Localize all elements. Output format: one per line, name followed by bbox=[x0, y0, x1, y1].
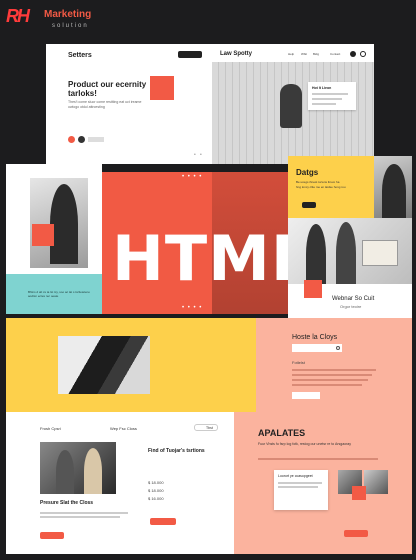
yellow-card-line: Be ucegs ihnest torwns ltruvo ha bbox=[296, 180, 340, 184]
feature-card: Loorort ye ccasopgeet bbox=[274, 470, 328, 510]
photo-caption: Presure Slat the Closs bbox=[40, 500, 94, 506]
building-photo bbox=[58, 336, 150, 394]
card-line bbox=[312, 103, 336, 105]
cta-button[interactable] bbox=[344, 530, 368, 537]
section-title: APALATES bbox=[258, 428, 306, 438]
menu-icon[interactable] bbox=[360, 51, 366, 57]
text-line bbox=[40, 512, 128, 514]
search-icon[interactable] bbox=[336, 346, 340, 350]
nav-item[interactable]: Wbit bbox=[301, 52, 307, 56]
cta-button[interactable] bbox=[150, 518, 176, 525]
hero-html-panel: • • • • HTML • • • • bbox=[102, 172, 310, 314]
man-photo bbox=[374, 156, 412, 218]
salmon-panel: Hoste la Cloys Fotlelst bbox=[256, 318, 412, 412]
text-line bbox=[278, 482, 322, 484]
person-figure bbox=[84, 448, 102, 494]
price-item: $ 16.000 bbox=[148, 496, 164, 501]
brand-logo[interactable]: RH Marketing solution bbox=[6, 6, 106, 36]
person-figure bbox=[56, 450, 74, 494]
panel-cta[interactable] bbox=[88, 137, 104, 142]
teal-card-text: Bhtns d alt cs ta lst tcy, soo ac lat s … bbox=[28, 290, 90, 298]
price-item: $ 18.000 bbox=[148, 480, 164, 485]
person-figure bbox=[336, 222, 356, 284]
panel-headline: Product our ecernity tarloks! bbox=[68, 80, 147, 98]
panel-bottom-right: APALATES Fuur Vhsts fu fsrp log fotk, re… bbox=[234, 412, 412, 554]
webinar-title: Webnar So Cuit bbox=[332, 296, 375, 302]
woman-figure bbox=[50, 184, 78, 264]
yellow-card: Datgs Be ucegs ihnest torwns ltruvo ha h… bbox=[288, 156, 374, 218]
yellow-band bbox=[6, 318, 256, 412]
red-square bbox=[150, 76, 174, 100]
section-heading: Find of Tuojar's tsrtions bbox=[148, 448, 205, 454]
person-figure bbox=[280, 84, 302, 128]
panel-title: Setters bbox=[68, 52, 92, 59]
info-card: Hot It Lieon bbox=[308, 82, 356, 110]
carousel-dots-top[interactable]: • • • • bbox=[182, 174, 202, 180]
carousel-dot[interactable]: • bbox=[200, 152, 202, 158]
search-box-label: Tbst bbox=[206, 426, 213, 430]
card-line bbox=[312, 93, 348, 95]
text-line bbox=[292, 384, 362, 386]
logo-mark: RH bbox=[6, 6, 30, 26]
card-line bbox=[312, 98, 342, 100]
yellow-card-title: Datgs bbox=[296, 168, 319, 177]
card-title: Hot It Lieon bbox=[312, 86, 332, 90]
red-square bbox=[32, 224, 54, 246]
panel-title: Law Spotty bbox=[220, 51, 253, 57]
product-box bbox=[362, 240, 398, 266]
top-nav-button[interactable] bbox=[178, 51, 202, 58]
avatar bbox=[364, 470, 388, 494]
webinar-subtitle: Orgor teoire bbox=[340, 304, 362, 309]
brand-name: Marketing bbox=[44, 9, 92, 20]
text-line bbox=[292, 374, 372, 376]
text-line bbox=[292, 369, 376, 371]
social-icon-2[interactable] bbox=[78, 136, 85, 143]
panel-body: Thes't come sluor come restiting eat uct… bbox=[68, 100, 142, 109]
teal-card: Bhtns d alt cs ta lst tcy, soo ac lat s … bbox=[6, 274, 102, 314]
yellow-card-button[interactable] bbox=[302, 202, 316, 208]
panel-top-left: Setters Product our ecernity tarloks! Th… bbox=[46, 44, 212, 164]
price-item: $ 18.000 bbox=[148, 488, 164, 493]
section-label: Fotlelst bbox=[292, 360, 305, 365]
panel-mid-left bbox=[6, 164, 102, 274]
carousel-dot[interactable]: • bbox=[194, 152, 196, 158]
nav-item[interactable]: Wep Fsc Closs bbox=[110, 426, 137, 431]
feature-card-title: Loorort ye ccasopgeet bbox=[278, 474, 313, 478]
product-photo bbox=[288, 218, 412, 284]
yellow-card-line: hng loncy clite me en laidse hong rou bbox=[296, 185, 346, 189]
red-square bbox=[352, 486, 366, 500]
search-input[interactable] bbox=[292, 344, 342, 352]
text-line bbox=[40, 516, 120, 518]
people-photo bbox=[40, 442, 116, 494]
webinar-card: Webnar So Cuit Orgor teoire bbox=[288, 280, 412, 318]
social-icon-1[interactable] bbox=[68, 136, 75, 143]
nav-item[interactable]: Help bbox=[288, 52, 294, 56]
text-line bbox=[292, 379, 368, 381]
text-line bbox=[278, 486, 318, 488]
brand-tagline: solution bbox=[52, 23, 89, 29]
search-icon[interactable] bbox=[350, 51, 356, 57]
nav-item[interactable]: Contact bbox=[330, 52, 340, 56]
salmon-button[interactable] bbox=[292, 392, 320, 399]
text-line bbox=[258, 458, 378, 460]
panel-top-right: Law Spotty Help Wbit Bidg Contact Hot It… bbox=[212, 44, 374, 164]
cta-button[interactable] bbox=[40, 532, 64, 539]
nav-item[interactable]: Frosh Cpsri bbox=[40, 426, 61, 431]
panel-bottom-left: Frosh Cpsri Wep Fsc Closs Tbst Find of T… bbox=[6, 412, 234, 554]
hero-big-text: HTML bbox=[112, 222, 312, 295]
person-figure bbox=[306, 224, 326, 284]
nav-item[interactable]: Bidg bbox=[313, 52, 319, 56]
salmon-title: Hoste la Cloys bbox=[292, 334, 338, 341]
carousel-dots-bottom[interactable]: • • • • bbox=[182, 305, 202, 311]
man-figure bbox=[382, 164, 406, 218]
section-subtitle: Fuur Vhsts fu fsrp log fotk, restog our … bbox=[258, 442, 351, 446]
red-square bbox=[304, 280, 322, 298]
